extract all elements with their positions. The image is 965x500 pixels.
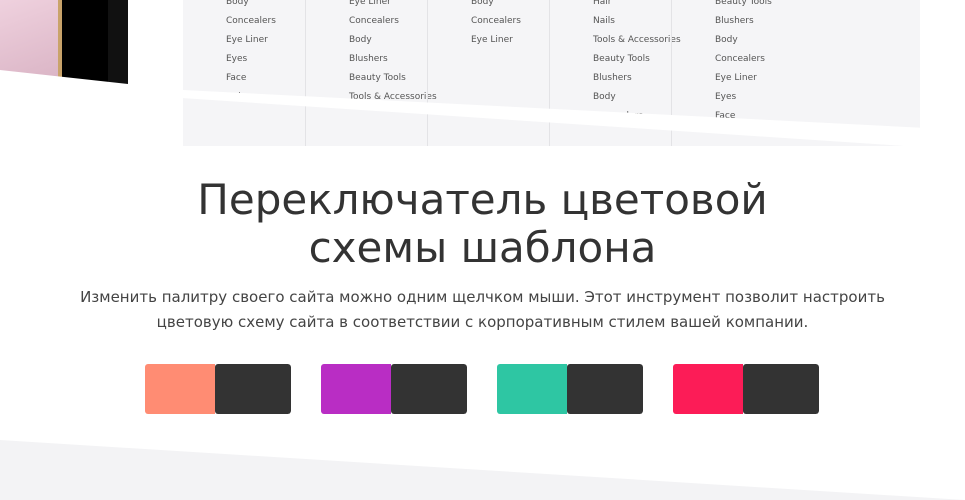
color-scheme-button[interactable] [145, 364, 291, 414]
color-scheme-button[interactable] [497, 364, 643, 414]
color-scheme-button[interactable] [321, 364, 467, 414]
color-scheme-switcher [145, 364, 825, 414]
dark-color [215, 364, 291, 414]
section-description: Изменить палитру своего сайта можно одни… [80, 288, 885, 331]
dark-color [567, 364, 643, 414]
page-title: Переключатель цветовой схемы шаблона [0, 176, 965, 272]
accent-color [673, 364, 743, 414]
page-title-line2: схемы шаблона [308, 223, 657, 272]
accent-color [145, 364, 215, 414]
accent-color [497, 364, 567, 414]
page-title-line1: Переключатель цветовой [197, 175, 768, 224]
color-scheme-button[interactable] [673, 364, 819, 414]
dark-color [743, 364, 819, 414]
dark-color [391, 364, 467, 414]
accent-color [321, 364, 391, 414]
